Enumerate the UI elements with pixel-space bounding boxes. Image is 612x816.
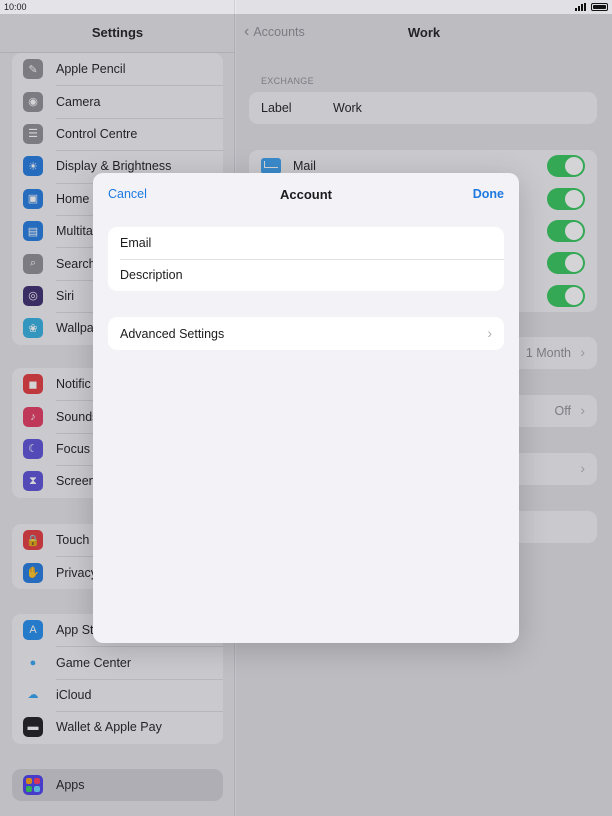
account-sheet: Cancel Account Done Email Description Ad… [93,173,519,643]
done-button[interactable]: Done [473,187,504,201]
account-form: Email Description [108,227,504,291]
advanced-settings-button[interactable]: Advanced Settings › [108,317,504,350]
status-time: 10:00 [4,2,27,12]
description-row: Description [108,259,504,291]
email-label: Email [120,236,152,250]
email-row: Email [108,227,504,259]
description-field[interactable] [240,268,492,282]
sheet-title: Account [280,187,332,202]
description-label: Description [120,268,183,282]
status-bar: 10:00 [0,0,612,14]
battery-icon [591,3,608,11]
advanced-settings-label: Advanced Settings [120,326,225,341]
signal-icon [575,3,586,11]
email-field[interactable] [240,236,492,250]
chevron-right-icon: › [487,325,492,341]
